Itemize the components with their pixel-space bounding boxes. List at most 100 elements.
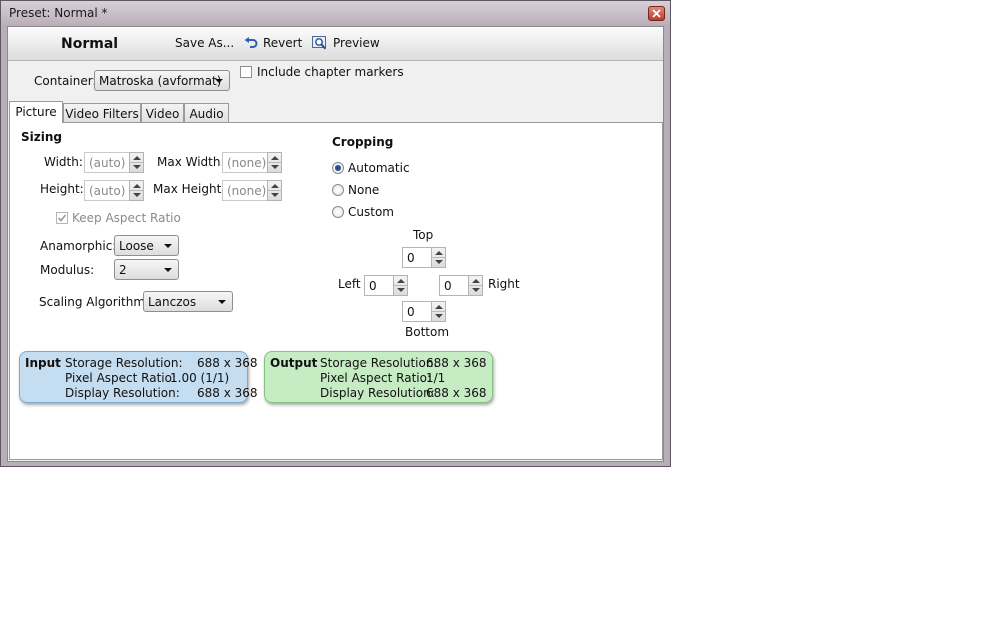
output-info-box: Output Storage Resolution: 688 x 368 Pix… bbox=[264, 351, 493, 403]
crop-bottom-label: Bottom bbox=[405, 325, 450, 339]
crop-right-stepper[interactable]: 0 bbox=[439, 275, 483, 296]
input-par-label: Pixel Aspect Ratio: bbox=[65, 371, 176, 385]
width-value: (auto) bbox=[89, 156, 126, 170]
save-as-label: Save As... bbox=[175, 36, 235, 50]
crop-custom-label: Custom bbox=[348, 205, 394, 219]
crop-custom-radio[interactable] bbox=[332, 206, 344, 218]
cropping-heading: Cropping bbox=[332, 135, 394, 149]
container-label: Container: bbox=[34, 74, 97, 88]
anamorphic-value: Loose bbox=[119, 239, 154, 253]
output-storage-value: 688 x 368 bbox=[426, 356, 487, 370]
crop-top-spin-buttons[interactable] bbox=[431, 247, 446, 268]
crop-left-spin-buttons[interactable] bbox=[393, 275, 408, 296]
tab-video[interactable]: Video bbox=[141, 103, 184, 123]
height-stepper[interactable]: (auto) bbox=[84, 180, 144, 201]
tab-label: Picture bbox=[15, 105, 57, 119]
crop-right-value: 0 bbox=[444, 279, 452, 293]
crop-automatic-radio[interactable] bbox=[332, 162, 344, 174]
anamorphic-label: Anamorphic: bbox=[40, 239, 117, 253]
window-client: Normal Save As... Revert Preview Contain… bbox=[7, 26, 664, 462]
tab-video-filters[interactable]: Video Filters bbox=[63, 103, 141, 123]
crop-left-value: 0 bbox=[369, 279, 377, 293]
crop-bottom-stepper[interactable]: 0 bbox=[402, 301, 446, 322]
anamorphic-dropdown[interactable]: Loose bbox=[114, 235, 179, 256]
height-label: Height: bbox=[40, 182, 84, 196]
crop-bottom-spin-buttons[interactable] bbox=[431, 301, 446, 322]
width-label: Width: bbox=[44, 155, 83, 169]
tab-label: Audio bbox=[189, 107, 224, 121]
scaling-algorithm-dropdown[interactable]: Lanczos bbox=[143, 291, 233, 312]
tab-picture[interactable]: Picture bbox=[9, 101, 63, 123]
crop-none-label: None bbox=[348, 183, 380, 197]
output-box-title: Output bbox=[270, 356, 318, 370]
max-height-spin-buttons[interactable] bbox=[267, 180, 282, 201]
close-button[interactable] bbox=[648, 6, 665, 21]
width-spin-buttons[interactable] bbox=[129, 152, 144, 173]
crop-none-radio[interactable] bbox=[332, 184, 344, 196]
crop-bottom-value: 0 bbox=[407, 305, 415, 319]
window-title: Preset: Normal * bbox=[9, 6, 108, 20]
scaling-algorithm-label: Scaling Algorithm: bbox=[39, 295, 150, 309]
preview-label: Preview bbox=[333, 36, 380, 50]
input-display-label: Display Resolution: bbox=[65, 386, 180, 400]
chevron-down-icon bbox=[218, 300, 226, 304]
picture-panel: Sizing Width: (auto) Max Width: (none) H… bbox=[9, 122, 663, 460]
keep-aspect-checkbox[interactable] bbox=[56, 212, 68, 224]
modulus-dropdown[interactable]: 2 bbox=[114, 259, 179, 280]
input-info-box: Input Storage Resolution: 688 x 368 Pixe… bbox=[19, 351, 258, 403]
crop-left-label: Left bbox=[338, 277, 361, 291]
height-value: (auto) bbox=[89, 184, 126, 198]
height-spin-buttons[interactable] bbox=[129, 180, 144, 201]
revert-label: Revert bbox=[263, 36, 303, 50]
tab-label: Video Filters bbox=[65, 107, 139, 121]
modulus-value: 2 bbox=[119, 263, 127, 277]
crop-right-spin-buttons[interactable] bbox=[468, 275, 483, 296]
preset-name: Normal bbox=[61, 36, 119, 52]
max-height-label: Max Height: bbox=[153, 182, 226, 196]
chevron-down-icon bbox=[164, 244, 172, 248]
max-width-spin-buttons[interactable] bbox=[267, 152, 282, 173]
max-width-label: Max Width: bbox=[157, 155, 225, 169]
chevron-down-icon bbox=[215, 79, 223, 83]
output-display-label: Display Resolution: bbox=[320, 386, 435, 400]
max-height-stepper[interactable]: (none) bbox=[222, 180, 282, 201]
crop-top-value: 0 bbox=[407, 251, 415, 265]
input-par-value: 1.00 (1/1) bbox=[170, 371, 230, 385]
scaling-algorithm-value: Lanczos bbox=[148, 295, 197, 309]
crop-top-stepper[interactable]: 0 bbox=[402, 247, 446, 268]
container-dropdown[interactable]: Matroska (avformat) bbox=[94, 70, 230, 91]
input-box-title: Input bbox=[25, 356, 61, 370]
input-display-value: 688 x 368 bbox=[197, 386, 258, 400]
undo-icon bbox=[244, 37, 258, 49]
max-width-value: (none) bbox=[227, 156, 267, 170]
max-width-stepper[interactable]: (none) bbox=[222, 152, 282, 173]
crop-right-label: Right bbox=[488, 277, 520, 291]
output-par-label: Pixel Aspect Ratio: bbox=[320, 371, 431, 385]
crop-automatic-label: Automatic bbox=[348, 161, 410, 175]
title-bar[interactable]: Preset: Normal * bbox=[1, 1, 670, 25]
output-storage-label: Storage Resolution: bbox=[320, 356, 438, 370]
revert-button[interactable]: Revert bbox=[244, 36, 302, 50]
toolbar: Normal Save As... Revert Preview bbox=[8, 27, 663, 61]
tab-label: Video bbox=[145, 107, 180, 121]
crop-left-stepper[interactable]: 0 bbox=[364, 275, 408, 296]
output-display-value: 688 x 368 bbox=[426, 386, 487, 400]
checkmark-icon bbox=[57, 214, 67, 222]
close-icon bbox=[652, 9, 661, 18]
input-storage-label: Storage Resolution: bbox=[65, 356, 183, 370]
modulus-label: Modulus: bbox=[40, 263, 95, 277]
tab-audio[interactable]: Audio bbox=[184, 103, 229, 123]
sizing-heading: Sizing bbox=[21, 130, 62, 144]
keep-aspect-label: Keep Aspect Ratio bbox=[72, 211, 181, 225]
chevron-down-icon bbox=[164, 268, 172, 272]
chapter-markers-checkbox[interactable] bbox=[240, 66, 252, 78]
save-as-button[interactable]: Save As... bbox=[175, 36, 234, 50]
width-stepper[interactable]: (auto) bbox=[84, 152, 144, 173]
max-height-value: (none) bbox=[227, 184, 267, 198]
preview-magnifier-icon bbox=[312, 36, 328, 50]
output-par-value: 1/1 bbox=[426, 371, 446, 385]
preview-button[interactable]: Preview bbox=[312, 36, 380, 50]
crop-top-label: Top bbox=[413, 228, 434, 242]
preset-window: Preset: Normal * Normal Save As... Rever… bbox=[0, 0, 671, 467]
chapter-markers-label: Include chapter markers bbox=[257, 65, 404, 79]
